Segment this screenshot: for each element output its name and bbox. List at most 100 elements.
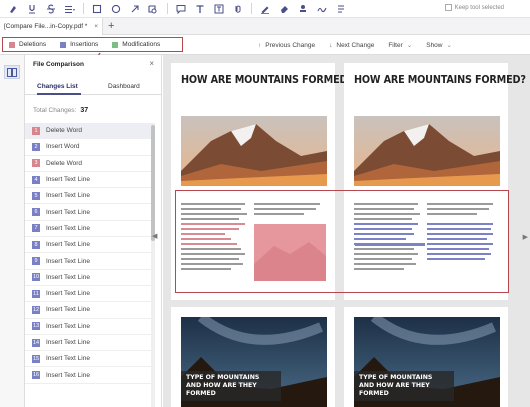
change-list-item[interactable]: 15 Insert Text Line <box>25 351 152 368</box>
legend-modifications: Modifications <box>112 41 160 48</box>
deletions-swatch <box>9 41 15 48</box>
change-list-item[interactable]: 3 Delete Word <box>25 156 152 172</box>
change-number-badge: 3 <box>32 159 40 168</box>
arrow-icon[interactable] <box>129 3 141 15</box>
change-list-item[interactable]: 8 Insert Text Line <box>25 237 152 254</box>
change-number-badge: 1 <box>32 126 40 135</box>
lines-icon[interactable] <box>64 3 76 15</box>
highlight-icon[interactable] <box>7 3 19 15</box>
keep-tool-label: Keep tool selected <box>454 4 504 11</box>
change-list-item[interactable]: 14 Insert Text Line <box>25 335 152 352</box>
keep-tool-selected-toggle[interactable]: Keep tool selected <box>444 4 504 11</box>
change-list-item[interactable]: 6 Insert Text Line <box>25 204 152 221</box>
document-tab[interactable]: [Compare File...in-Copy.pdf * × <box>0 18 103 35</box>
change-list-item[interactable]: 5 Insert Text Line <box>25 188 152 205</box>
active-tab-indicator <box>37 93 81 95</box>
more-icon[interactable] <box>335 3 347 15</box>
underline-icon[interactable] <box>26 3 38 15</box>
arrow-up-icon: ↑ <box>258 41 262 49</box>
legend-deletions-label: Deletions <box>19 41 47 48</box>
shape-icon[interactable] <box>148 3 160 15</box>
change-number-badge: 8 <box>32 240 40 249</box>
next-change-button[interactable]: ↓ Next Change <box>329 41 374 49</box>
change-label: Delete Word <box>46 159 83 167</box>
compare-icon <box>7 67 17 77</box>
add-tab-button[interactable]: + <box>108 20 114 32</box>
change-label: Insert Text Line <box>46 322 90 330</box>
legend-deletions: Deletions <box>9 41 46 48</box>
change-label: Insert Text Line <box>46 208 90 216</box>
change-label: Insert Text Line <box>46 224 90 232</box>
mountain-image <box>354 116 500 186</box>
panel-scrollbar[interactable] <box>151 123 155 407</box>
toolbar-divider <box>167 3 168 14</box>
eraser-icon[interactable] <box>278 3 290 15</box>
previous-change-button[interactable]: ↑ Previous Change <box>258 41 315 49</box>
change-list-item[interactable]: 11 Insert Text Line <box>25 286 152 303</box>
change-number-badge: 4 <box>32 175 40 184</box>
total-changes-label: Total Changes: <box>33 107 77 114</box>
change-label: Insert Text Line <box>46 339 90 346</box>
compare-toolbar: Deletions Insertions Modifications ↑ Pre… <box>0 35 530 91</box>
change-number-badge: 12 <box>32 305 40 314</box>
change-list-item[interactable]: 16 Insert Text Line <box>25 367 152 384</box>
change-label: Insert Word <box>46 143 80 151</box>
change-number-badge: 11 <box>32 289 40 298</box>
left-rail <box>0 55 25 407</box>
tab-dashboard[interactable]: Dashboard <box>108 83 140 90</box>
changes-list: 1 Delete Word 2 Insert Word 3 Delete Word 4 Ins… <box>25 123 152 384</box>
page-title: HOW ARE MOUNTAINS FORMED? <box>181 74 353 86</box>
chevron-down-icon: ⌄ <box>446 42 452 49</box>
strikethrough-icon[interactable] <box>45 3 57 15</box>
change-list-item[interactable]: 4 Insert Text Line <box>25 172 152 189</box>
change-list-item[interactable]: 12 Insert Text Line <box>25 302 152 319</box>
change-list-item[interactable]: 10 Insert Text Line <box>25 270 152 286</box>
signature-icon[interactable] <box>316 3 328 15</box>
document-tab-label: [Compare File...in-Copy.pdf * <box>4 23 88 30</box>
show-dropdown[interactable]: Show ⌄ <box>426 41 452 50</box>
change-number-badge: 16 <box>32 371 40 380</box>
textbox-icon[interactable] <box>213 3 225 15</box>
close-icon[interactable]: × <box>149 59 154 68</box>
next-page-arrow-icon[interactable]: ▶ <box>523 233 528 241</box>
keep-tool-checkbox[interactable] <box>444 4 452 11</box>
mountain-image <box>181 116 327 186</box>
document-tab-bar: [Compare File...in-Copy.pdf * × + <box>0 18 530 35</box>
circle-icon[interactable] <box>110 3 122 15</box>
change-number-badge: 9 <box>32 257 40 266</box>
change-number-badge: 13 <box>32 322 40 331</box>
change-label: Insert Text Line <box>46 371 90 379</box>
tab-changes-list[interactable]: Changes List <box>37 83 78 90</box>
change-number-badge: 2 <box>32 142 40 151</box>
file-comparison-rail-button[interactable] <box>4 65 20 79</box>
change-label: Insert Text Line <box>46 176 90 184</box>
pen-icon[interactable] <box>259 3 271 15</box>
change-number-badge: 6 <box>32 208 40 217</box>
change-label: Insert Text Line <box>46 355 90 363</box>
legend-insertions-label: Insertions <box>70 41 99 48</box>
comment-icon[interactable] <box>175 3 187 15</box>
collapse-panel-icon[interactable]: ◀ <box>152 232 157 240</box>
filter-dropdown[interactable]: Filter ⌄ <box>388 41 412 50</box>
panel-tabs: Changes List Dashboard <box>25 79 162 95</box>
close-tab-icon[interactable]: × <box>94 23 98 30</box>
attach-icon[interactable] <box>232 3 244 15</box>
change-list-item[interactable]: 1 Delete Word <box>25 123 152 140</box>
change-label: Insert Text Line <box>46 306 90 314</box>
page-title: HOW ARE MOUNTAINS FORMED? <box>354 74 526 86</box>
change-list-item[interactable]: 9 Insert Text Line <box>25 253 152 270</box>
change-number-badge: 10 <box>32 273 40 282</box>
rectangle-icon[interactable] <box>91 3 103 15</box>
stamp-icon[interactable] <box>297 3 309 15</box>
change-list-item[interactable]: 13 Insert Text Line <box>25 319 152 335</box>
total-changes: Total Changes: 37 <box>33 107 88 114</box>
file-comparison-panel: File Comparison × Changes List Dashboard… <box>25 55 162 407</box>
change-number-badge: 5 <box>32 191 40 200</box>
change-list-item[interactable]: 7 Insert Text Line <box>25 221 152 238</box>
change-label: Insert Text Line <box>46 273 90 281</box>
modified-page-2: TYPE OF MOUNTAINS AND HOW ARE THEY FORME… <box>344 307 508 407</box>
text-icon[interactable] <box>194 3 206 15</box>
scrollbar-thumb[interactable] <box>151 125 155 241</box>
change-label: Insert Text Line <box>46 241 90 249</box>
change-list-item[interactable]: 2 Insert Word <box>25 139 152 156</box>
